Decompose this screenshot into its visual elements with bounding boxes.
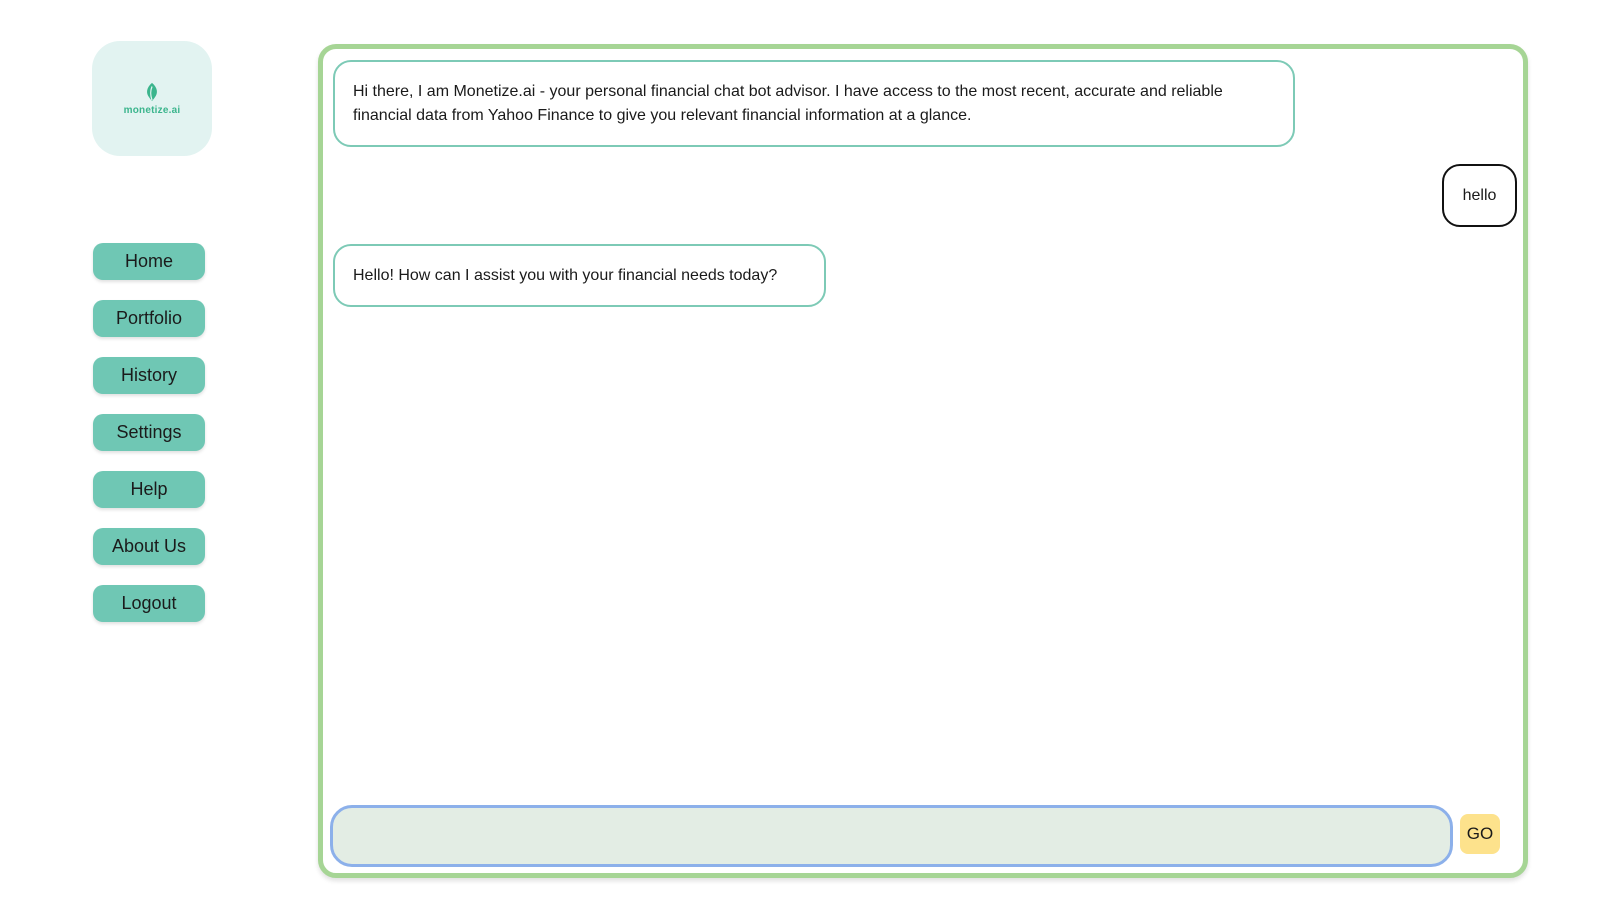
chat-panel: Hi there, I am Monetize.ai - your person…	[318, 44, 1528, 878]
sidebar-item-logout[interactable]: Logout	[93, 585, 205, 622]
sidebar-item-history[interactable]: History	[93, 357, 205, 394]
logo[interactable]: monetize.ai	[92, 41, 212, 156]
sidebar-item-settings[interactable]: Settings	[93, 414, 205, 451]
bot-message: Hello! How can I assist you with your fi…	[333, 244, 826, 307]
chat-input[interactable]	[330, 805, 1453, 867]
bot-message: Hi there, I am Monetize.ai - your person…	[333, 60, 1295, 147]
sidebar-item-help[interactable]: Help	[93, 471, 205, 508]
sidebar-item-portfolio[interactable]: Portfolio	[93, 300, 205, 337]
logo-text: monetize.ai	[123, 105, 181, 116]
leaf-icon	[147, 82, 157, 102]
sidebar-nav: Home Portfolio History Settings Help Abo…	[93, 243, 205, 642]
sidebar-item-about-us[interactable]: About Us	[93, 528, 205, 565]
user-message: hello	[1442, 164, 1517, 227]
send-button[interactable]: GO	[1460, 814, 1500, 854]
app-root: monetize.ai Home Portfolio History Setti…	[0, 0, 1600, 909]
sidebar-item-home[interactable]: Home	[93, 243, 205, 280]
